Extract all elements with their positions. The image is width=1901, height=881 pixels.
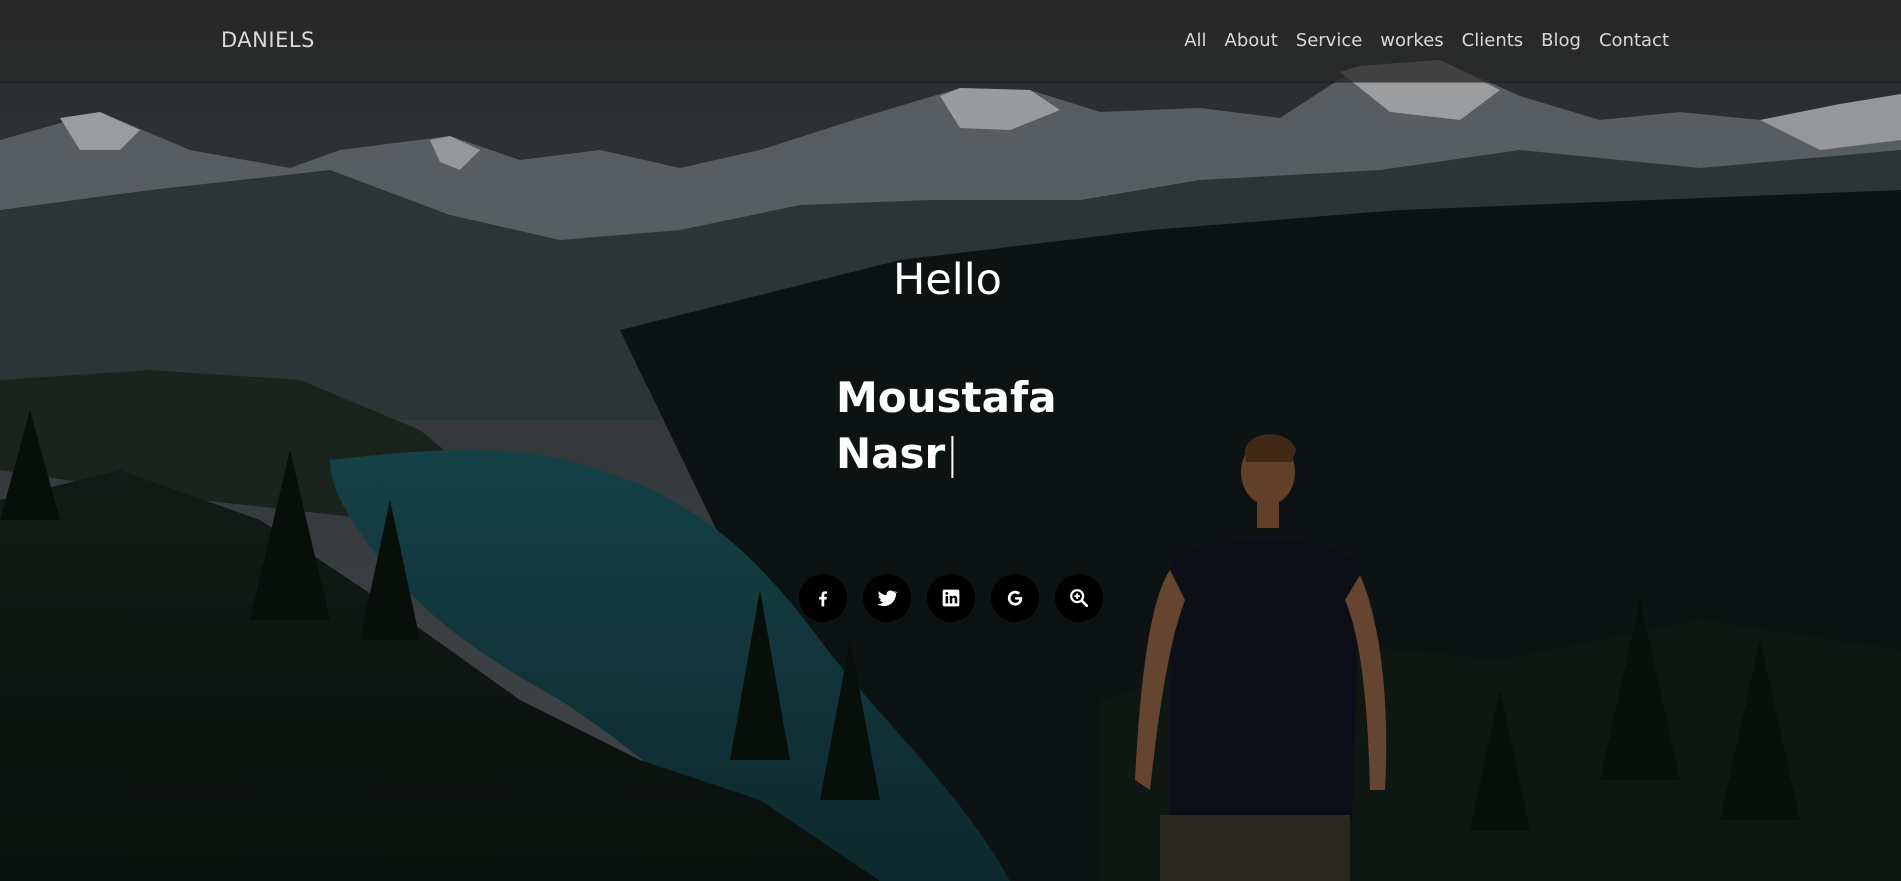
nav-item-contact: Contact [1599, 30, 1669, 51]
typing-caret: | [945, 429, 960, 478]
google-button[interactable] [991, 574, 1039, 622]
twitter-icon [876, 587, 898, 609]
nav-link-blog[interactable]: Blog [1541, 30, 1581, 51]
hero-typed-name: Moustafa Nasr| [836, 370, 1096, 482]
facebook-button[interactable] [799, 574, 847, 622]
linkedin-icon [941, 588, 961, 608]
facebook-icon [813, 588, 833, 608]
nav-link-clients[interactable]: Clients [1462, 30, 1524, 51]
social-links [799, 574, 1103, 622]
nav-link-contact[interactable]: Contact [1599, 30, 1669, 51]
brand-logo[interactable]: DANIELS [221, 28, 315, 52]
linkedin-button[interactable] [927, 574, 975, 622]
twitter-button[interactable] [863, 574, 911, 622]
nav-item-blog: Blog [1541, 30, 1581, 51]
nav-menu: All About Service workes Clients Blog Co… [1184, 30, 1669, 51]
hero-section: DANIELS All About Service workes Clients… [0, 0, 1901, 881]
zoom-button[interactable] [1055, 574, 1103, 622]
nav-item-service: Service [1296, 30, 1363, 51]
nav-item-workes: workes [1380, 30, 1443, 51]
zoom-in-icon [1068, 587, 1090, 609]
nav-link-workes[interactable]: workes [1380, 30, 1443, 51]
nav-link-service[interactable]: Service [1296, 30, 1363, 51]
top-navbar: DANIELS All About Service workes Clients… [0, 0, 1901, 82]
name-line-2: Nasr [836, 429, 946, 478]
google-icon [1005, 588, 1025, 608]
nav-link-all[interactable]: All [1184, 30, 1206, 51]
nav-link-about[interactable]: About [1225, 30, 1278, 51]
nav-item-clients: Clients [1462, 30, 1524, 51]
name-line-1: Moustafa [836, 373, 1057, 422]
nav-item-all: All [1184, 30, 1206, 51]
nav-item-about: About [1225, 30, 1278, 51]
hero-greeting: Hello [893, 255, 1002, 305]
